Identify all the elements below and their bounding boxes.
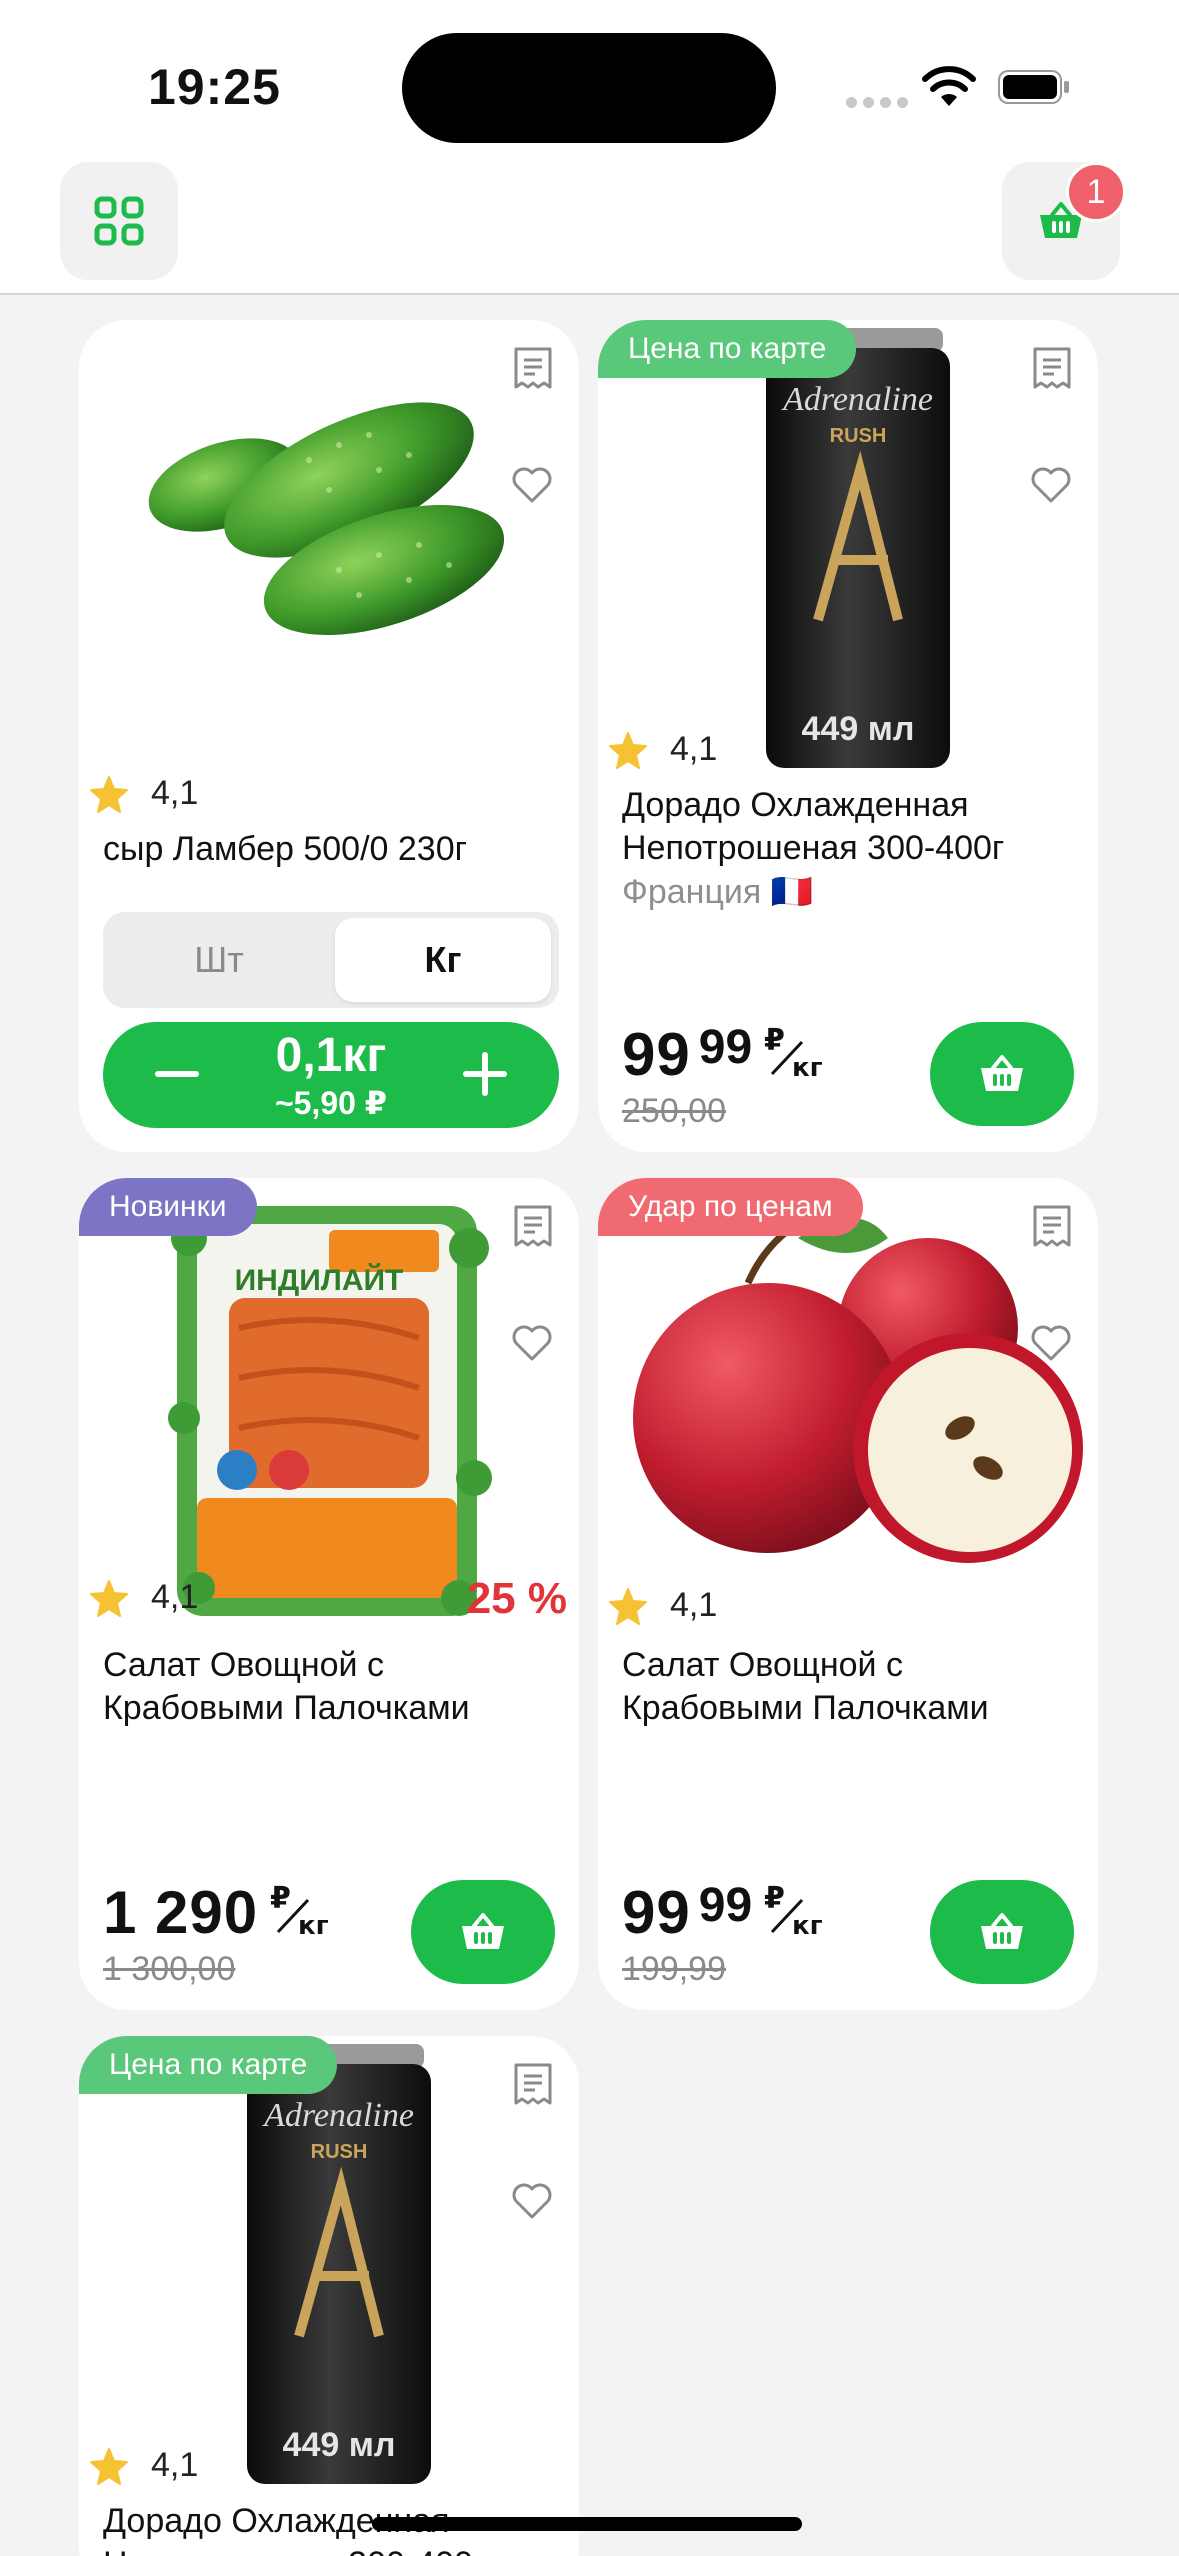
promo-badge: Цена по карте xyxy=(79,2036,338,2094)
heart-icon[interactable] xyxy=(511,1324,553,1362)
svg-text:кг: кг xyxy=(298,1911,328,1936)
top-app-bar xyxy=(0,150,1179,295)
price-kopecks: 99 xyxy=(698,1021,753,1074)
product-card[interactable]: Новинки ИНДИЛАЙТ 4,1 25 % Салат Овощной … xyxy=(79,1178,579,2010)
product-price: 99 99 ₽ кг xyxy=(622,1020,822,1089)
add-to-cart-button[interactable] xyxy=(930,1880,1074,1984)
ruble-per-kg-icon: ₽ кг xyxy=(764,1024,822,1078)
product-image-cucumber xyxy=(148,402,505,636)
heart-icon[interactable] xyxy=(511,466,553,504)
product-rating: 4,1 xyxy=(89,2446,198,2485)
product-title: Дорадо Охлажденная Непотрошеная 300-400г xyxy=(622,786,1005,867)
rating-value: 4,1 xyxy=(670,730,718,768)
ruble-per-kg-icon: ₽ кг xyxy=(764,1882,822,1936)
product-image-apples xyxy=(633,1214,1083,1563)
home-indicator[interactable] xyxy=(372,2517,802,2531)
add-to-cart-button[interactable] xyxy=(411,1880,555,1984)
svg-text:RUSH: RUSH xyxy=(830,425,887,447)
promo-badge: Удар по ценам xyxy=(598,1178,863,1236)
quantity-stepper: 0,1кг ~5,90 ₽ xyxy=(103,1022,559,1128)
promo-badge: Цена по карте xyxy=(598,320,857,378)
product-image-packaged-meat: ИНДИЛАЙТ xyxy=(168,1206,492,1616)
rating-value: 4,1 xyxy=(151,774,199,812)
price-main: 1 290 xyxy=(103,1879,259,1946)
heart-icon[interactable] xyxy=(511,2182,553,2220)
plus-icon[interactable] xyxy=(461,1050,509,1098)
svg-text:449 мл: 449 мл xyxy=(802,710,915,748)
price-main: 99 xyxy=(622,1879,691,1946)
price-kopecks: 99 xyxy=(698,1879,753,1932)
old-price: 199,99 xyxy=(622,1950,726,1988)
svg-text:Adrenaline: Adrenaline xyxy=(262,2097,414,2134)
star-icon xyxy=(609,731,647,769)
star-icon xyxy=(90,2447,128,2485)
product-card[interactable]: Удар по ценам 4,1 Салат Овощной с Крабов… xyxy=(598,1178,1098,2010)
star-icon xyxy=(90,1579,128,1617)
dynamic-island xyxy=(402,33,776,143)
svg-text:Adrenaline: Adrenaline xyxy=(781,381,933,418)
unit-option-kg[interactable]: Кг xyxy=(335,918,551,1002)
unit-selector[interactable]: Шт Кг xyxy=(103,912,559,1008)
product-rating: 4,1 xyxy=(89,774,198,813)
cellular-signal-icon xyxy=(846,95,914,113)
product-price: 99 99 ₽ кг xyxy=(622,1878,822,1947)
product-price: 1 290 ₽ кг xyxy=(103,1878,328,1947)
basket-icon xyxy=(981,1055,1023,1091)
basket-icon xyxy=(981,1913,1023,1949)
rating-value: 4,1 xyxy=(151,2446,199,2484)
product-title: Салат Овощной с Крабовыми Палочками xyxy=(103,1646,470,1727)
status-bar: 19:25 xyxy=(0,0,1179,150)
rating-value: 4,1 xyxy=(151,1578,199,1616)
wifi-icon xyxy=(922,66,976,106)
product-rating: 4,1 xyxy=(608,730,717,769)
heart-icon[interactable] xyxy=(1030,466,1072,504)
catalog-menu-button[interactable] xyxy=(60,162,178,280)
heart-icon[interactable] xyxy=(1030,1324,1072,1362)
product-card[interactable]: Цена по карте Adrenaline RUSH 449 мл 4,1… xyxy=(79,2036,579,2556)
receipt-icon[interactable] xyxy=(1032,346,1072,390)
cart-count-badge: 1 xyxy=(1066,162,1126,222)
product-image-energy-drink: Adrenaline RUSH 449 мл xyxy=(247,2044,431,2484)
price-main: 99 xyxy=(622,1021,691,1088)
svg-text:кг: кг xyxy=(792,1911,822,1936)
basket-icon xyxy=(462,1913,504,1949)
receipt-icon[interactable] xyxy=(513,2062,553,2106)
product-rating: 4,1 xyxy=(608,1586,717,1625)
svg-text:449 мл: 449 мл xyxy=(283,2426,396,2464)
product-title: сыр Ламбер 500/0 230г xyxy=(103,830,468,868)
receipt-icon[interactable] xyxy=(513,346,553,390)
old-price: 250,00 xyxy=(622,1092,726,1130)
star-icon xyxy=(90,775,128,813)
old-price: 1 300,00 xyxy=(103,1950,236,1988)
svg-text:кг: кг xyxy=(792,1053,822,1078)
product-origin: Франция 🇫🇷 xyxy=(622,873,814,911)
promo-badge: Новинки xyxy=(79,1178,257,1236)
product-rating: 4,1 xyxy=(89,1578,198,1617)
grid-icon xyxy=(94,196,144,246)
product-image-energy-drink: Adrenaline RUSH 449 мл xyxy=(766,328,950,768)
receipt-icon[interactable] xyxy=(1032,1204,1072,1248)
star-icon xyxy=(609,1587,647,1625)
svg-text:₽: ₽ xyxy=(764,1882,785,1916)
receipt-icon[interactable] xyxy=(513,1204,553,1248)
unit-option-pieces[interactable]: Шт xyxy=(111,918,327,1002)
product-card[interactable]: Цена по карте Adrenaline RUSH 449 мл 4,1… xyxy=(598,320,1098,1152)
rating-value: 4,1 xyxy=(670,1586,718,1624)
battery-icon xyxy=(998,70,1069,104)
svg-text:RUSH: RUSH xyxy=(311,2141,368,2163)
discount-label: 25 % xyxy=(466,1574,567,1623)
svg-text:₽: ₽ xyxy=(270,1882,291,1916)
product-card[interactable]: 4,1 сыр Ламбер 500/0 230г Шт Кг 0,1кг ~5… xyxy=(79,320,579,1152)
svg-text:ИНДИЛАЙТ: ИНДИЛАЙТ xyxy=(235,1263,404,1297)
svg-text:₽: ₽ xyxy=(764,1024,785,1058)
add-to-cart-button[interactable] xyxy=(930,1022,1074,1126)
ruble-per-kg-icon: ₽ кг xyxy=(270,1882,328,1936)
status-time: 19:25 xyxy=(148,59,281,115)
product-title: Салат Овощной с Крабовыми Палочками xyxy=(622,1646,989,1727)
